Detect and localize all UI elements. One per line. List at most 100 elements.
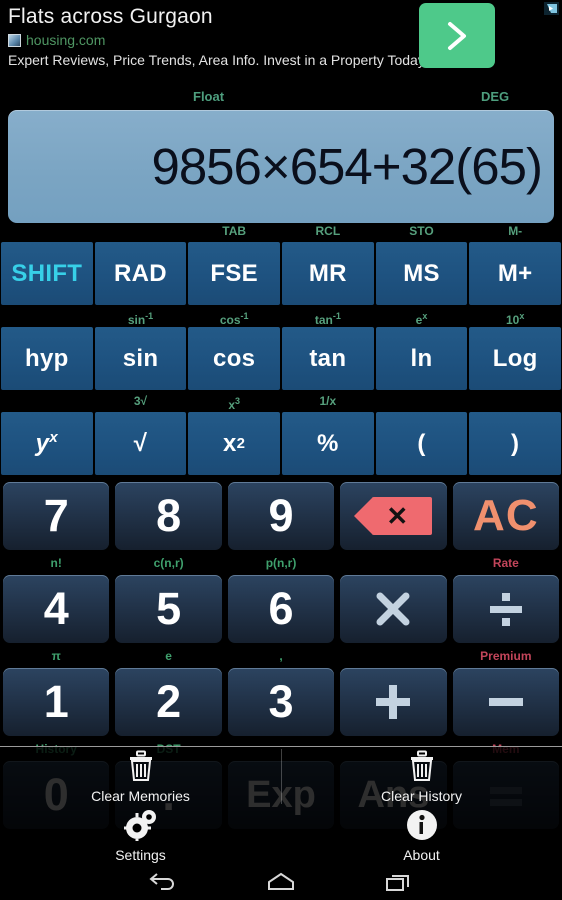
key-7[interactable]: 7 [3,482,110,550]
key-x-squared[interactable]: x2 [188,412,281,475]
chevron-right-icon [442,18,472,54]
key-5[interactable]: 5 [115,575,222,643]
key-cell-7: 7 n! [0,478,112,571]
divide-icon [482,585,530,633]
key-sin[interactable]: sin [94,327,187,390]
key-9[interactable]: 9 [227,482,335,550]
menu-divider [281,749,282,804]
plus-icon [369,678,417,726]
key-sublabel-atan: tan-1 [314,311,341,327]
key-2[interactable]: 2 [115,668,222,736]
mode-indicator-row: Float DEG [0,88,562,110]
key-cell-4: 4 π [0,571,112,664]
key-sublabel-exp: ex [415,311,428,327]
key-cell-cos: cos-1 cos [187,308,281,393]
key-close-paren[interactable]: ) [469,412,562,475]
home-icon[interactable] [258,867,304,897]
trash-icon [126,750,156,787]
key-sublabel-tab: TAB [222,224,247,238]
info-icon [406,809,438,846]
menu-item-label: Clear History [381,787,462,804]
key-6[interactable]: 6 [227,575,335,643]
key-sublabel-asin: sin-1 [127,311,154,327]
key-cell-hyp: hyp [0,308,94,393]
android-navigation-bar [0,864,562,900]
function-row-3: yx 3√ √ x3 x2 1/x % ( ) [0,393,562,478]
key-sublabel-reciprocal: 1/x [319,394,337,408]
key-cell-ms: STO MS [375,223,469,308]
menu-item-label: Clear Memories [91,787,190,804]
key-cell-mr: RCL MR [281,223,375,308]
key-y-pow-x[interactable]: yx [1,412,93,475]
key-cell-ln: ex ln [375,308,469,393]
key-fse[interactable]: FSE [188,242,281,305]
key-sublabel-permutation: p(n,r) [265,556,297,570]
menu-item-label: Settings [115,846,166,863]
key-ln[interactable]: ln [375,327,468,390]
calculator-display[interactable]: 9856×654+32(65) [8,110,554,223]
key-cell-tan: tan-1 tan [281,308,375,393]
key-cell-x-squared: x3 x2 [187,393,281,478]
menu-item-about[interactable]: About [281,806,562,865]
key-sublabel-premium: Premium [480,649,532,663]
gear-icon [122,809,158,846]
key-tan[interactable]: tan [282,327,374,390]
key-cell-divide: Premium [450,571,562,664]
key-cos[interactable]: cos [188,327,281,390]
key-sublabel [94,223,188,240]
backspace-icon: ✕ [354,497,433,535]
key-4[interactable]: 4 [3,575,110,643]
key-plus[interactable] [340,668,447,736]
key-ms[interactable]: MS [375,242,468,305]
options-menu-overlay: Clear Memories Clear History Settings Ab… [0,746,562,864]
menu-item-clear-history[interactable]: Clear History [281,747,562,806]
ad-favicon-icon [8,33,21,47]
key-hyp[interactable]: hyp [1,327,93,390]
key-multiply[interactable] [340,575,447,643]
ad-banner[interactable]: Flats across Gurgaon housing.com Expert … [0,0,562,88]
key-m-plus[interactable]: M+ [469,242,562,305]
key-rad[interactable]: RAD [94,242,187,305]
key-backspace[interactable]: ✕ [340,482,447,550]
key-open-paren[interactable]: ( [375,412,468,475]
key-ac[interactable]: AC [452,482,560,550]
key-mr[interactable]: MR [282,242,374,305]
key-sublabel-x-cubed: x3 [228,396,241,412]
key-cell-sqrt: 3√ √ [94,393,188,478]
key-sublabel-cbrt: 3√ [133,394,148,408]
key-3[interactable]: 3 [227,668,335,736]
menu-row-2: Settings About [0,806,562,865]
key-cell-rad: RAD [94,223,188,308]
menu-item-settings[interactable]: Settings [0,806,281,865]
key-sublabel [375,393,469,410]
function-row-2: hyp sin-1 sin cos-1 cos tan-1 tan ex ln … [0,308,562,393]
menu-item-clear-memories[interactable]: Clear Memories [0,747,281,806]
key-cell-3: 3 [225,664,337,757]
function-row-1: SHIFT RAD TAB FSE RCL MR STO MS M- M+ [0,223,562,308]
key-sqrt[interactable]: √ [94,412,187,475]
adchoices-icon[interactable] [544,2,559,15]
key-minus[interactable] [452,668,560,736]
key-cell-9: 9 p(n,r) [225,478,337,571]
key-1[interactable]: 1 [3,668,110,736]
key-shift[interactable]: SHIFT [1,242,93,305]
numeric-row-3: 1 History 2 DST 3 Mem [0,664,562,757]
key-log[interactable]: Log [469,327,562,390]
key-cell-sin: sin-1 sin [94,308,188,393]
key-sublabel-factorial: n! [50,556,62,570]
back-icon[interactable] [140,867,186,897]
key-sublabel-comma: , [279,649,283,663]
ad-cta-button[interactable] [419,3,495,68]
key-sublabel-pi: π [51,649,61,663]
key-sublabel [0,223,94,240]
recents-icon[interactable] [376,867,422,897]
key-sublabel [468,393,562,410]
key-sublabel-combination: c(n,r) [153,556,184,570]
key-cell-percent: 1/x % [281,393,375,478]
key-divide[interactable] [452,575,560,643]
key-percent[interactable]: % [282,412,374,475]
key-cell-2: 2 DST [112,664,224,757]
key-cell-close-paren: ) [468,393,562,478]
key-8[interactable]: 8 [115,482,222,550]
key-sublabel [0,308,94,325]
